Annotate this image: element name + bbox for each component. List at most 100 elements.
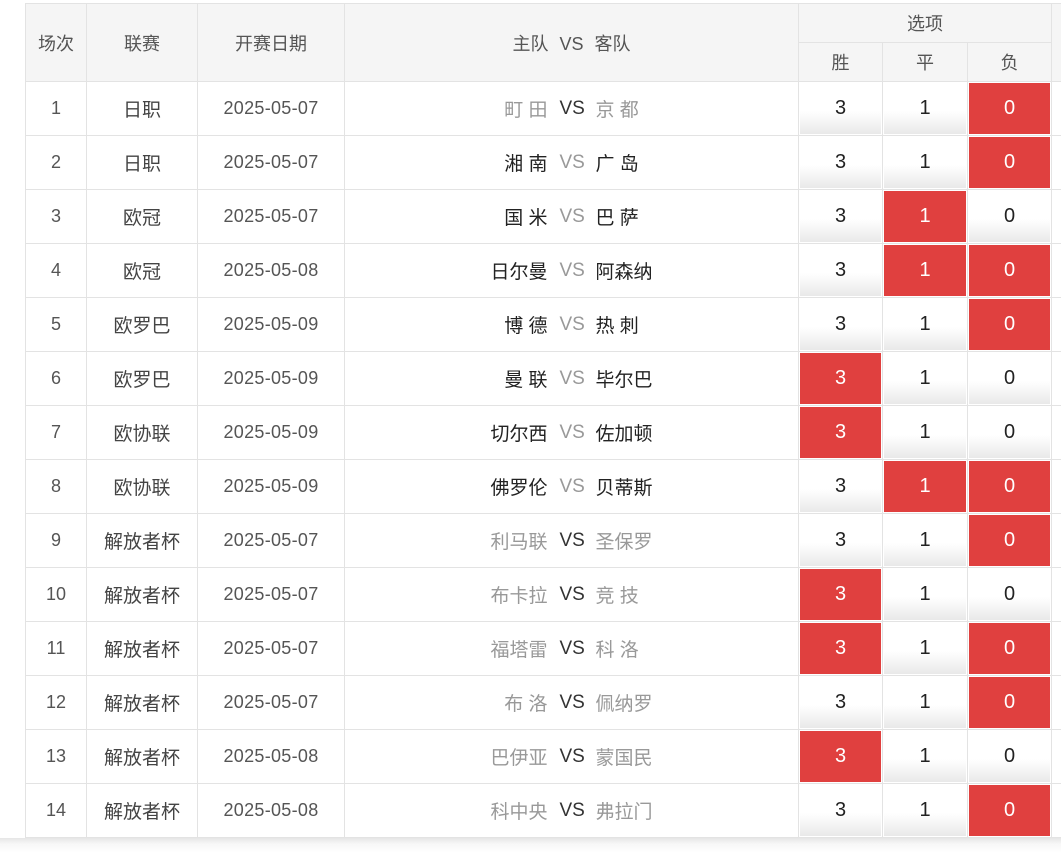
option-draw-button[interactable]: 1 <box>884 569 966 620</box>
away-team: 京 都 <box>595 100 639 121</box>
header-spacer <box>1051 3 1061 82</box>
option-win-button[interactable]: 3 <box>800 299 881 350</box>
option-win-button[interactable]: 3 <box>800 191 881 242</box>
option-win-button[interactable]: 3 <box>800 623 881 674</box>
row-spacer <box>1051 567 1061 622</box>
option-lose-button[interactable]: 0 <box>969 245 1051 296</box>
row-spacer <box>1051 405 1061 460</box>
match-date: 2025-05-09 <box>197 405 345 460</box>
option-draw-button[interactable]: 1 <box>884 785 966 836</box>
option-win-button[interactable]: 3 <box>800 515 881 566</box>
away-team: 蒙国民 <box>595 748 653 769</box>
option-draw-button[interactable]: 1 <box>884 407 966 458</box>
match-date: 2025-05-08 <box>197 243 345 298</box>
vs-label: VS <box>559 367 585 389</box>
table-row: 14 解放者杯 2025-05-08 科中央 VS 弗拉门 3 1 0 <box>25 783 1061 838</box>
table-row: 8 欧协联 2025-05-09 佛罗伦 VS 贝蒂斯 3 1 0 <box>25 459 1061 514</box>
option-draw-button[interactable]: 1 <box>884 245 966 296</box>
header-win: 胜 <box>798 42 883 82</box>
match-date: 2025-05-07 <box>197 621 345 676</box>
option-draw-button[interactable]: 1 <box>884 623 966 674</box>
option-win-button[interactable]: 3 <box>800 677 881 728</box>
option-lose-button[interactable]: 0 <box>969 785 1051 836</box>
option-win-button[interactable]: 3 <box>800 407 881 458</box>
home-team: 切尔西 <box>490 424 548 445</box>
table-row: 10 解放者杯 2025-05-07 布卡拉 VS 竞 技 3 1 0 <box>25 567 1061 622</box>
option-draw-button[interactable]: 1 <box>884 137 966 188</box>
vs-label: VS <box>559 799 585 821</box>
table-header: 场次 联赛 开赛日期 主队 VS 客队 选项 胜 平 负 <box>25 3 1061 82</box>
home-team: 曼 联 <box>504 370 548 391</box>
option-win-button[interactable]: 3 <box>800 731 881 782</box>
league: 解放者杯 <box>86 513 198 568</box>
away-team: 佐加顿 <box>595 424 653 445</box>
away-team: 圣保罗 <box>595 532 653 553</box>
option-win-button[interactable]: 3 <box>800 569 881 620</box>
match-date: 2025-05-07 <box>197 567 345 622</box>
league: 欧冠 <box>86 189 198 244</box>
option-lose-button[interactable]: 0 <box>969 299 1051 350</box>
option-lose-button[interactable]: 0 <box>969 569 1051 620</box>
home-team: 佛罗伦 <box>490 478 548 499</box>
match-teams: 布卡拉 VS 竞 技 <box>344 567 799 622</box>
vs-label: VS <box>559 259 585 281</box>
option-lose-button[interactable]: 0 <box>969 137 1051 188</box>
option-draw-button[interactable]: 1 <box>884 731 966 782</box>
table-row: 7 欧协联 2025-05-09 切尔西 VS 佐加顿 3 1 0 <box>25 405 1061 460</box>
option-draw-button[interactable]: 1 <box>884 299 966 350</box>
option-lose-button[interactable]: 0 <box>969 191 1051 242</box>
option-win-button[interactable]: 3 <box>800 245 881 296</box>
vs-label: VS <box>559 583 585 605</box>
option-lose-button[interactable]: 0 <box>969 515 1051 566</box>
option-lose-button[interactable]: 0 <box>969 623 1051 674</box>
option-win-button[interactable]: 3 <box>800 83 881 134</box>
bottom-scroll-shadow <box>0 838 1061 853</box>
option-win-button[interactable]: 3 <box>800 137 881 188</box>
table-row: 1 日职 2025-05-07 町 田 VS 京 都 3 1 0 <box>25 81 1061 136</box>
match-date: 2025-05-08 <box>197 729 345 784</box>
option-draw-button[interactable]: 1 <box>884 677 966 728</box>
league: 欧协联 <box>86 405 198 460</box>
option-lose-button[interactable]: 0 <box>969 461 1051 512</box>
home-team: 利马联 <box>490 532 548 553</box>
option-lose-button[interactable]: 0 <box>969 407 1051 458</box>
vs-label: VS <box>559 421 585 443</box>
home-team: 湘 南 <box>504 154 548 175</box>
option-lose-button[interactable]: 0 <box>969 83 1051 134</box>
option-win-button[interactable]: 3 <box>800 461 881 512</box>
row-spacer <box>1051 513 1061 568</box>
option-lose-button[interactable]: 0 <box>969 353 1051 404</box>
vs-label: VS <box>559 529 585 551</box>
league: 欧冠 <box>86 243 198 298</box>
match-teams: 曼 联 VS 毕尔巴 <box>344 351 799 406</box>
table-row: 12 解放者杯 2025-05-07 布 洛 VS 佩纳罗 3 1 0 <box>25 675 1061 730</box>
vs-label: VS <box>559 151 585 173</box>
option-lose-button[interactable]: 0 <box>969 677 1051 728</box>
row-spacer <box>1051 675 1061 730</box>
vs-label: VS <box>559 205 585 227</box>
match-date: 2025-05-09 <box>197 459 345 514</box>
row-spacer <box>1051 297 1061 352</box>
option-draw-button[interactable]: 1 <box>884 461 966 512</box>
away-team: 热 刺 <box>595 316 639 337</box>
row-spacer <box>1051 729 1061 784</box>
option-draw-button[interactable]: 1 <box>884 191 966 242</box>
option-lose-button[interactable]: 0 <box>969 731 1051 782</box>
match-no: 2 <box>25 135 87 190</box>
header-match-no: 场次 <box>25 3 87 82</box>
option-win-button[interactable]: 3 <box>800 785 881 836</box>
header-lose: 负 <box>966 42 1053 82</box>
option-draw-button[interactable]: 1 <box>884 353 966 404</box>
table-body: 1 日职 2025-05-07 町 田 VS 京 都 3 1 0 2 日职 20… <box>25 81 1061 838</box>
match-no: 13 <box>25 729 87 784</box>
match-table: 场次 联赛 开赛日期 主队 VS 客队 选项 胜 平 负 1 日职 2025-0… <box>25 3 1061 838</box>
match-date: 2025-05-07 <box>197 81 345 136</box>
option-win-button[interactable]: 3 <box>800 353 881 404</box>
option-draw-button[interactable]: 1 <box>884 83 966 134</box>
vs-label: VS <box>559 745 585 767</box>
away-team: 佩纳罗 <box>595 694 653 715</box>
table-row: 4 欧冠 2025-05-08 日尔曼 VS 阿森纳 3 1 0 <box>25 243 1061 298</box>
header-date: 开赛日期 <box>197 3 345 82</box>
vs-label: VS <box>559 313 585 335</box>
option-draw-button[interactable]: 1 <box>884 515 966 566</box>
